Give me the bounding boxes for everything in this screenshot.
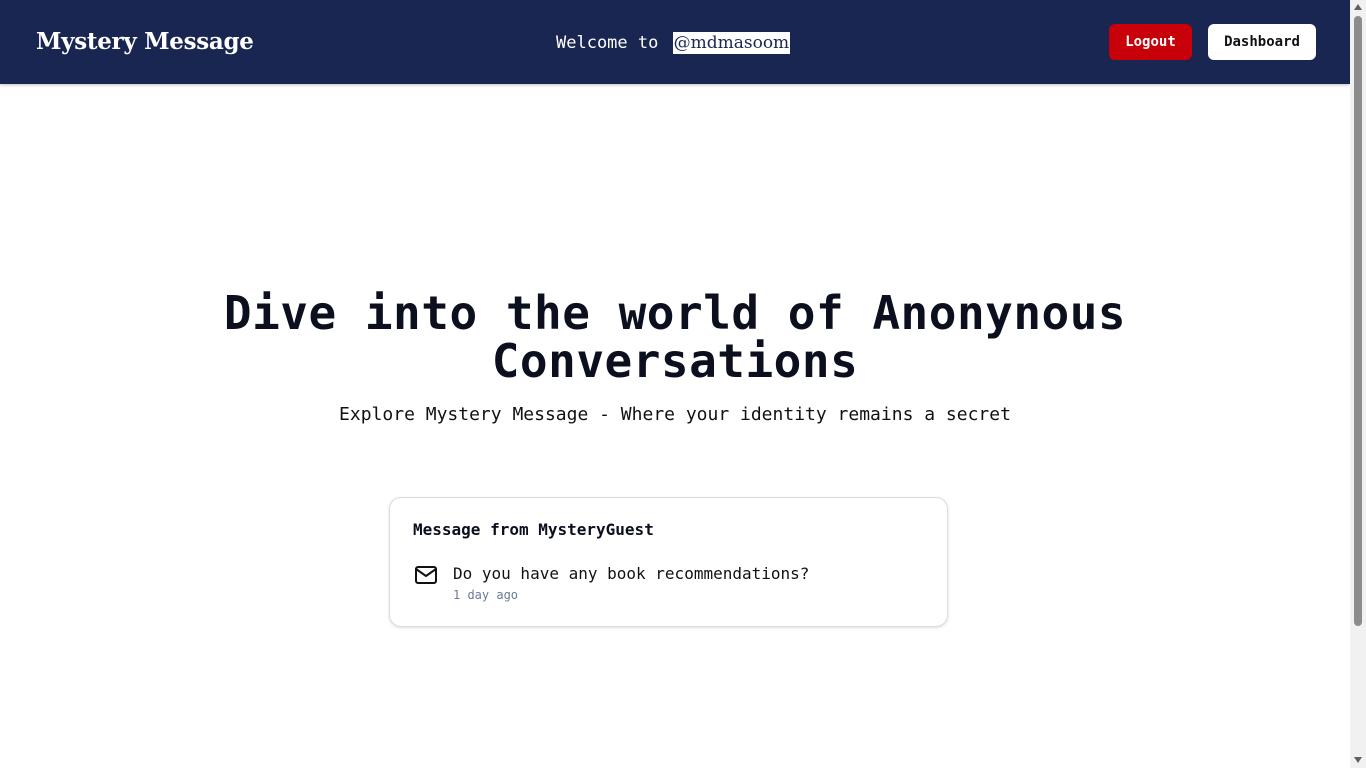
navbar: Mystery Message Welcome to @mdmasoom Log…	[0, 0, 1350, 84]
hero-section: Dive into the world of Anonynous Convers…	[0, 289, 1350, 427]
message-card-title: Message from MysteryGuest	[413, 520, 654, 539]
mail-icon	[415, 566, 437, 584]
scroll-down-arrow-icon[interactable]	[1354, 757, 1362, 763]
scroll-up-arrow-icon[interactable]	[1354, 4, 1362, 10]
message-card: Message from MysteryGuest Do you have an…	[389, 497, 948, 627]
page: Mystery Message Welcome to @mdmasoom Log…	[0, 0, 1350, 768]
username: @mdmasoom	[672, 32, 791, 54]
scrollbar-thumb[interactable]	[1354, 16, 1362, 626]
welcome-text: Welcome to @mdmasoom	[556, 31, 791, 55]
welcome-prefix: Welcome to	[556, 33, 659, 53]
message-content: Do you have any book recommendations?	[453, 564, 810, 583]
hero-title: Dive into the world of Anonynous Convers…	[223, 286, 1127, 388]
hero-subtitle: Explore Mystery Message - Where your ide…	[339, 404, 1011, 425]
dashboard-button[interactable]: Dashboard	[1208, 24, 1316, 60]
logout-button[interactable]: Logout	[1109, 24, 1192, 60]
vertical-scrollbar[interactable]	[1350, 0, 1366, 768]
brand-logo[interactable]: Mystery Message	[36, 26, 254, 58]
message-time: 1 day ago	[453, 588, 519, 602]
